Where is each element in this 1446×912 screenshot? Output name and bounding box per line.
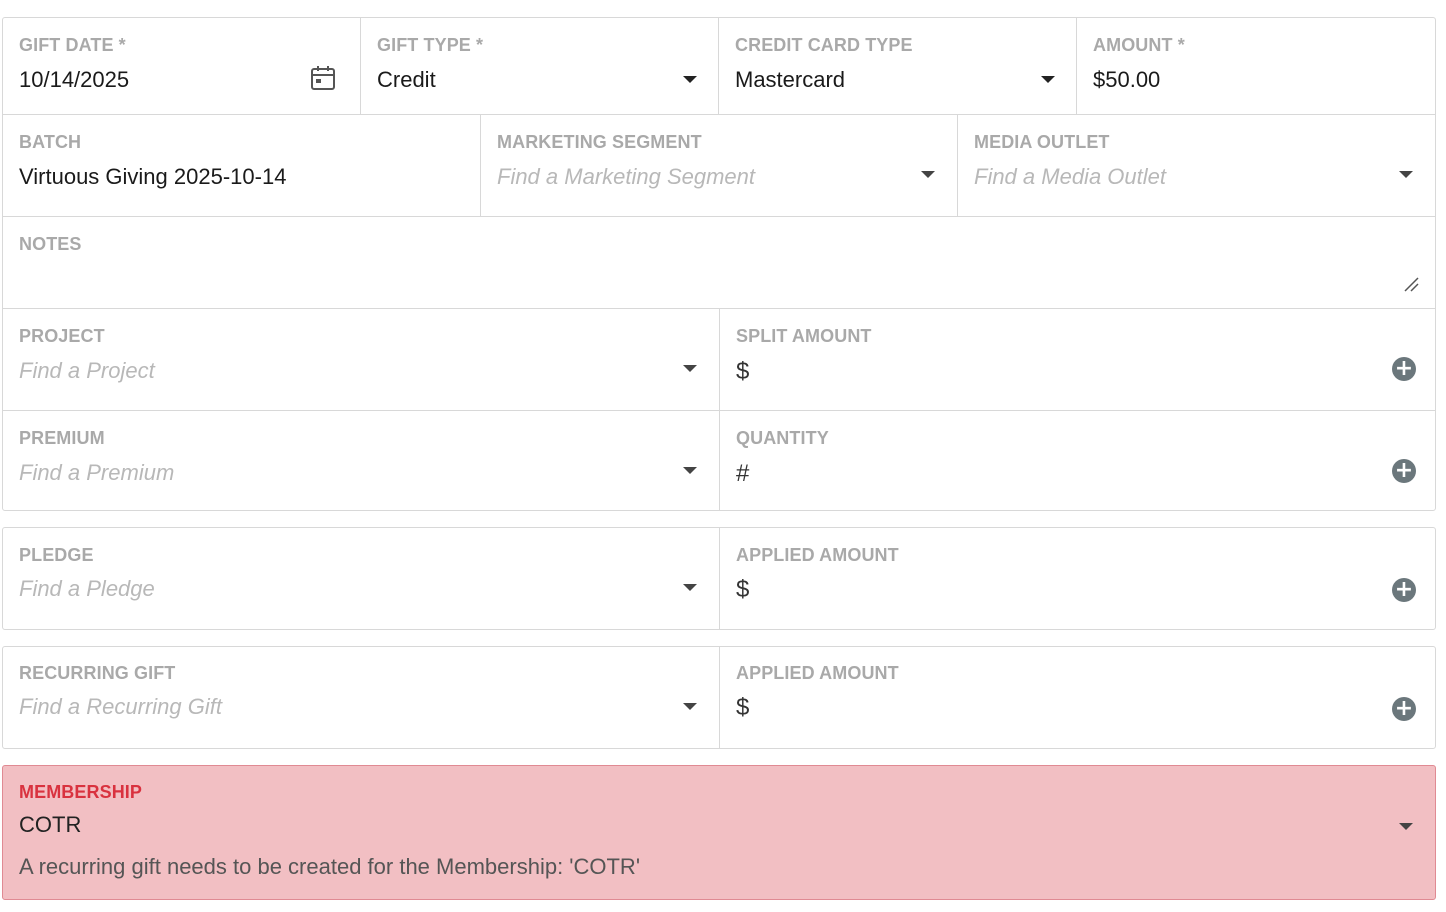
notes-label: NOTES	[19, 234, 82, 254]
gift-type-label: GIFT TYPE *	[377, 35, 484, 55]
gift-type-value[interactable]: Credit	[377, 67, 436, 93]
row-premium: PREMIUM Find a Premium QUANTITY # +	[3, 411, 1435, 510]
chevron-down-icon[interactable]	[683, 467, 697, 474]
pledge-applied-amount-prefix: $	[736, 576, 750, 603]
gift-form: GIFT DATE * 10/14/2025 GIFT TYPE * Credi…	[0, 0, 1446, 912]
recurring-applied-amount-prefix: $	[736, 694, 750, 721]
recurring-applied-amount-field[interactable]: APPLIED AMOUNT $ +	[720, 647, 1435, 748]
gift-date-field[interactable]: GIFT DATE * 10/14/2025	[3, 18, 361, 114]
notes-field[interactable]: NOTES	[3, 217, 1435, 308]
row-batch: BATCH Virtuous Giving 2025-10-14 MARKETI…	[3, 115, 1435, 217]
plus-circle-icon[interactable]: +	[1392, 578, 1416, 602]
media-outlet-label: MEDIA OUTLET	[974, 132, 1110, 152]
pledge-field[interactable]: PLEDGE Find a Pledge	[3, 528, 720, 629]
recurring-gift-field[interactable]: RECURRING GIFT Find a Recurring Gift	[3, 647, 720, 748]
batch-label: BATCH	[19, 132, 82, 152]
premium-field[interactable]: PREMIUM Find a Premium	[3, 411, 720, 510]
marketing-segment-label: MARKETING SEGMENT	[497, 132, 702, 152]
marketing-segment-field[interactable]: MARKETING SEGMENT Find a Marketing Segme…	[481, 115, 958, 216]
project-label: PROJECT	[19, 326, 105, 346]
chevron-down-icon[interactable]	[683, 703, 697, 710]
membership-value[interactable]: COTR	[19, 812, 81, 838]
membership-field[interactable]: MEMBERSHIP COTR A recurring gift needs t…	[2, 765, 1436, 900]
pledge-placeholder[interactable]: Find a Pledge	[19, 576, 155, 602]
membership-error-message: A recurring gift needs to be created for…	[19, 854, 641, 879]
quantity-prefix: #	[736, 460, 750, 487]
gift-details-group: GIFT DATE * 10/14/2025 GIFT TYPE * Credi…	[2, 17, 1436, 511]
project-field[interactable]: PROJECT Find a Project	[3, 309, 720, 410]
row-gift-basics: GIFT DATE * 10/14/2025 GIFT TYPE * Credi…	[3, 18, 1435, 115]
batch-value[interactable]: Virtuous Giving 2025-10-14	[19, 164, 286, 190]
chevron-down-icon[interactable]	[1399, 171, 1413, 178]
chevron-down-icon[interactable]	[1041, 76, 1055, 83]
amount-label: AMOUNT *	[1093, 35, 1185, 55]
media-outlet-field[interactable]: MEDIA OUTLET Find a Media Outlet	[958, 115, 1435, 216]
membership-label: MEMBERSHIP	[19, 782, 143, 802]
row-pledge: PLEDGE Find a Pledge APPLIED AMOUNT $ +	[3, 528, 1435, 629]
quantity-label: QUANTITY	[736, 428, 829, 448]
gift-type-field[interactable]: GIFT TYPE * Credit	[361, 18, 719, 114]
media-outlet-placeholder[interactable]: Find a Media Outlet	[974, 164, 1166, 190]
row-notes: NOTES	[3, 217, 1435, 309]
row-recurring-gift: RECURRING GIFT Find a Recurring Gift APP…	[3, 647, 1435, 748]
amount-field[interactable]: AMOUNT * $50.00	[1077, 18, 1435, 114]
plus-circle-icon[interactable]: +	[1392, 697, 1416, 721]
premium-placeholder[interactable]: Find a Premium	[19, 460, 174, 486]
chevron-down-icon[interactable]	[683, 365, 697, 372]
credit-card-type-value[interactable]: Mastercard	[735, 67, 845, 93]
split-amount-prefix: $	[736, 358, 750, 385]
credit-card-type-field[interactable]: CREDIT CARD TYPE Mastercard	[719, 18, 1077, 114]
recurring-gift-placeholder[interactable]: Find a Recurring Gift	[19, 694, 222, 720]
recurring-gift-group: RECURRING GIFT Find a Recurring Gift APP…	[2, 646, 1436, 749]
split-amount-label: SPLIT AMOUNT	[736, 326, 872, 346]
premium-label: PREMIUM	[19, 428, 105, 448]
gift-date-value[interactable]: 10/14/2025	[19, 67, 129, 93]
chevron-down-icon[interactable]	[1399, 823, 1413, 830]
pledge-applied-amount-field[interactable]: APPLIED AMOUNT $ +	[720, 528, 1435, 629]
recurring-applied-amount-label: APPLIED AMOUNT	[736, 663, 899, 683]
row-project: PROJECT Find a Project SPLIT AMOUNT $ +	[3, 309, 1435, 411]
batch-field[interactable]: BATCH Virtuous Giving 2025-10-14	[3, 115, 481, 216]
plus-circle-icon[interactable]: +	[1392, 357, 1416, 381]
calendar-icon[interactable]	[310, 65, 336, 91]
chevron-down-icon[interactable]	[683, 584, 697, 591]
project-placeholder[interactable]: Find a Project	[19, 358, 155, 384]
pledge-group: PLEDGE Find a Pledge APPLIED AMOUNT $ +	[2, 527, 1436, 630]
gift-date-label: GIFT DATE *	[19, 35, 126, 55]
amount-value[interactable]: $50.00	[1093, 67, 1160, 93]
chevron-down-icon[interactable]	[921, 171, 935, 178]
resize-handle-icon[interactable]	[1403, 276, 1419, 292]
recurring-gift-label: RECURRING GIFT	[19, 663, 176, 683]
pledge-applied-amount-label: APPLIED AMOUNT	[736, 545, 899, 565]
quantity-field[interactable]: QUANTITY # +	[720, 411, 1435, 510]
marketing-segment-placeholder[interactable]: Find a Marketing Segment	[497, 164, 755, 190]
pledge-label: PLEDGE	[19, 545, 94, 565]
credit-card-type-label: CREDIT CARD TYPE	[735, 35, 913, 55]
split-amount-field[interactable]: SPLIT AMOUNT $ +	[720, 309, 1435, 410]
plus-circle-icon[interactable]: +	[1392, 459, 1416, 483]
chevron-down-icon[interactable]	[683, 76, 697, 83]
